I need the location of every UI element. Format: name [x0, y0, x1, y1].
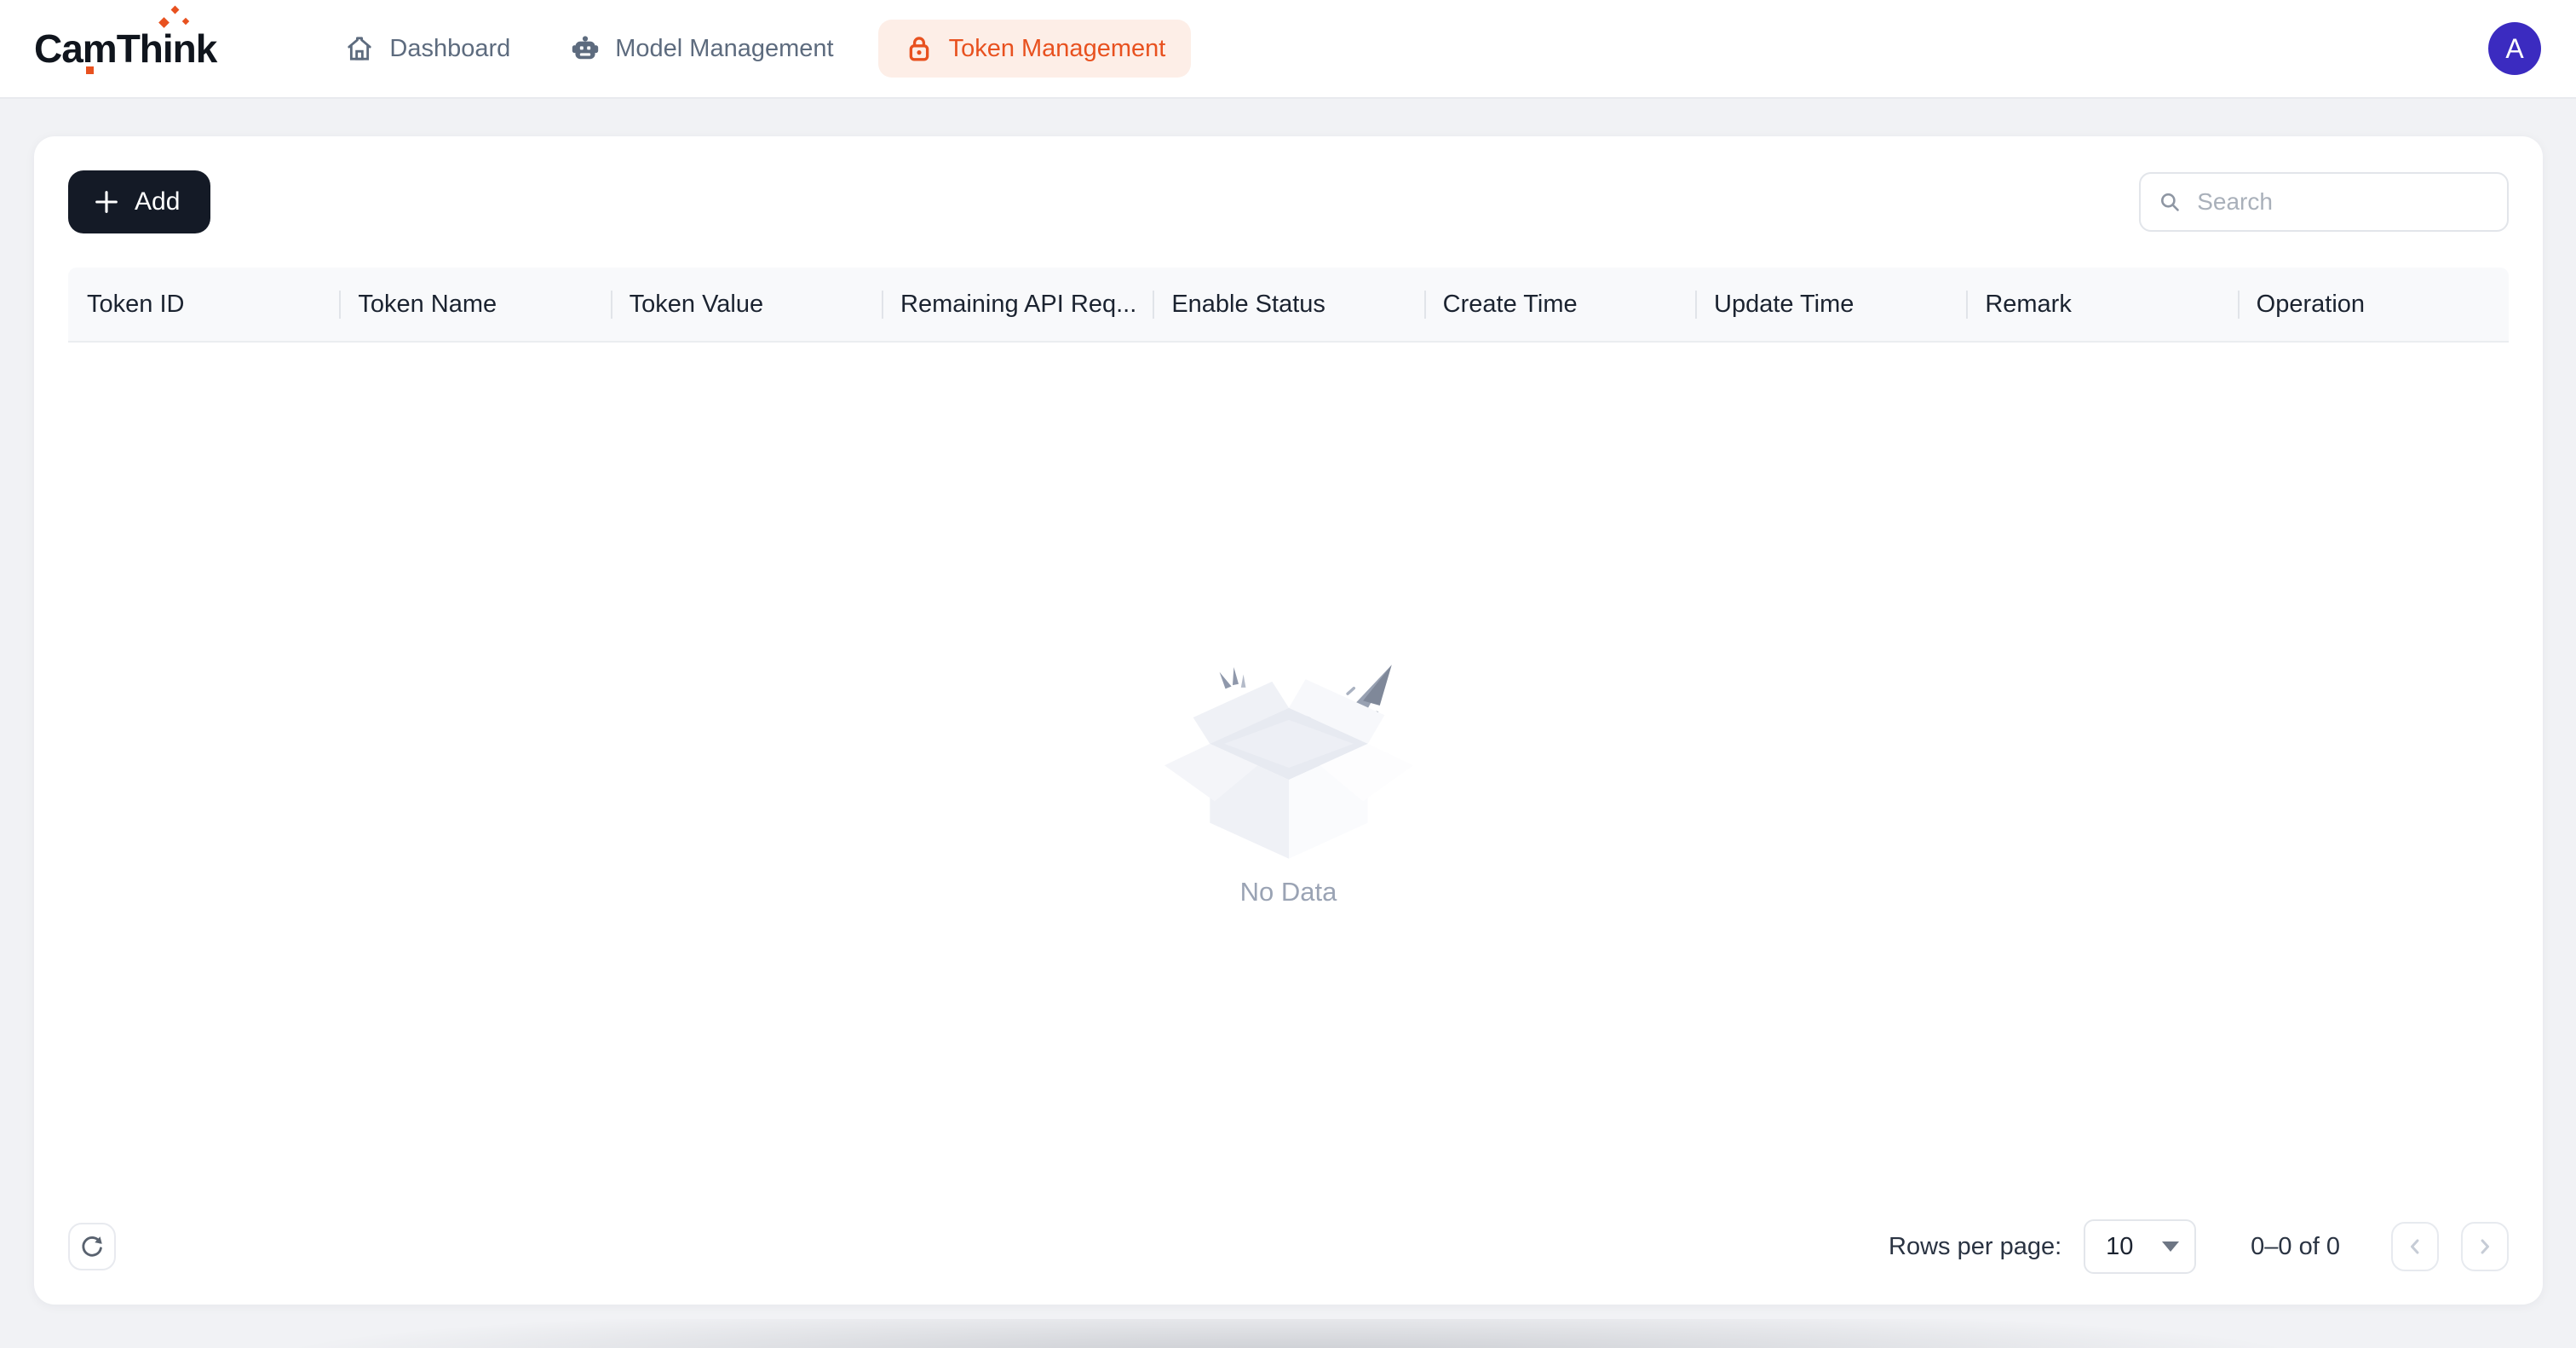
chevron-left-icon — [2403, 1235, 2427, 1259]
brand-logo[interactable]: CamThink — [34, 29, 225, 68]
table-toolbar: Add — [68, 170, 2509, 233]
refresh-icon — [79, 1234, 105, 1259]
table-header-row: Token ID Token Name Token Value Remainin… — [68, 268, 2509, 343]
nav-item-label: Dashboard — [389, 35, 510, 63]
nav-item-dashboard[interactable]: Dashboard — [329, 20, 526, 78]
token-management-panel: Add Token ID Token Name Token Value Rema… — [34, 136, 2543, 1305]
nav-item-label: Token Management — [949, 35, 1166, 63]
plus-icon — [92, 187, 121, 216]
brand-spark-icon — [182, 18, 189, 25]
column-header-enable-status: Enable Status — [1153, 291, 1423, 319]
rows-per-page-value: 10 — [2106, 1233, 2133, 1261]
main-nav: Dashboard Model Management — [329, 20, 1191, 78]
pagination-range: 0–0 of 0 — [2251, 1233, 2340, 1261]
add-button[interactable]: Add — [68, 170, 210, 233]
add-button-label: Add — [135, 187, 180, 216]
column-header-remaining-api-req: Remaining API Req... — [882, 291, 1153, 319]
nav-item-label: Model Management — [615, 35, 833, 63]
previous-page-button[interactable] — [2391, 1222, 2439, 1271]
chevron-right-icon — [2473, 1235, 2497, 1259]
search-icon — [2158, 188, 2182, 216]
refresh-button[interactable] — [68, 1223, 116, 1270]
nav-item-model-management[interactable]: Model Management — [555, 20, 848, 78]
user-avatar[interactable]: A — [2488, 22, 2541, 75]
search-box — [2139, 172, 2509, 232]
window-bottom-shadow — [0, 1319, 2576, 1348]
search-input[interactable] — [2197, 188, 2490, 216]
column-header-token-value: Token Value — [611, 291, 882, 319]
column-header-create-time: Create Time — [1424, 291, 1695, 319]
top-navbar: CamThink Dashboard — [0, 0, 2576, 99]
brand-spark-icon — [171, 6, 180, 14]
brand-text: CamThink — [34, 26, 216, 71]
table-footer: Rows per page: 10 0–0 of 0 — [68, 1219, 2509, 1274]
avatar-initial: A — [2505, 33, 2523, 65]
brand-dot-icon — [86, 66, 94, 74]
nav-item-token-management[interactable]: Token Management — [878, 20, 1192, 78]
pagination-controls: Rows per page: 10 0–0 of 0 — [1889, 1219, 2509, 1274]
robot-icon — [570, 33, 601, 64]
empty-box-illustration — [1157, 655, 1421, 868]
next-page-button[interactable] — [2461, 1222, 2509, 1271]
column-header-token-name: Token Name — [339, 291, 610, 319]
lock-icon — [904, 33, 934, 64]
empty-state: No Data — [68, 343, 2509, 1219]
column-header-token-id: Token ID — [68, 291, 339, 319]
rows-per-page-select[interactable]: 10 — [2084, 1219, 2196, 1274]
empty-state-label: No Data — [1240, 877, 1337, 907]
rows-per-page-label: Rows per page: — [1889, 1233, 2061, 1261]
chevron-down-icon — [2162, 1241, 2179, 1252]
column-header-update-time: Update Time — [1695, 291, 1966, 319]
home-icon — [344, 33, 375, 64]
column-header-remark: Remark — [1966, 291, 2237, 319]
column-header-operation: Operation — [2238, 291, 2509, 319]
